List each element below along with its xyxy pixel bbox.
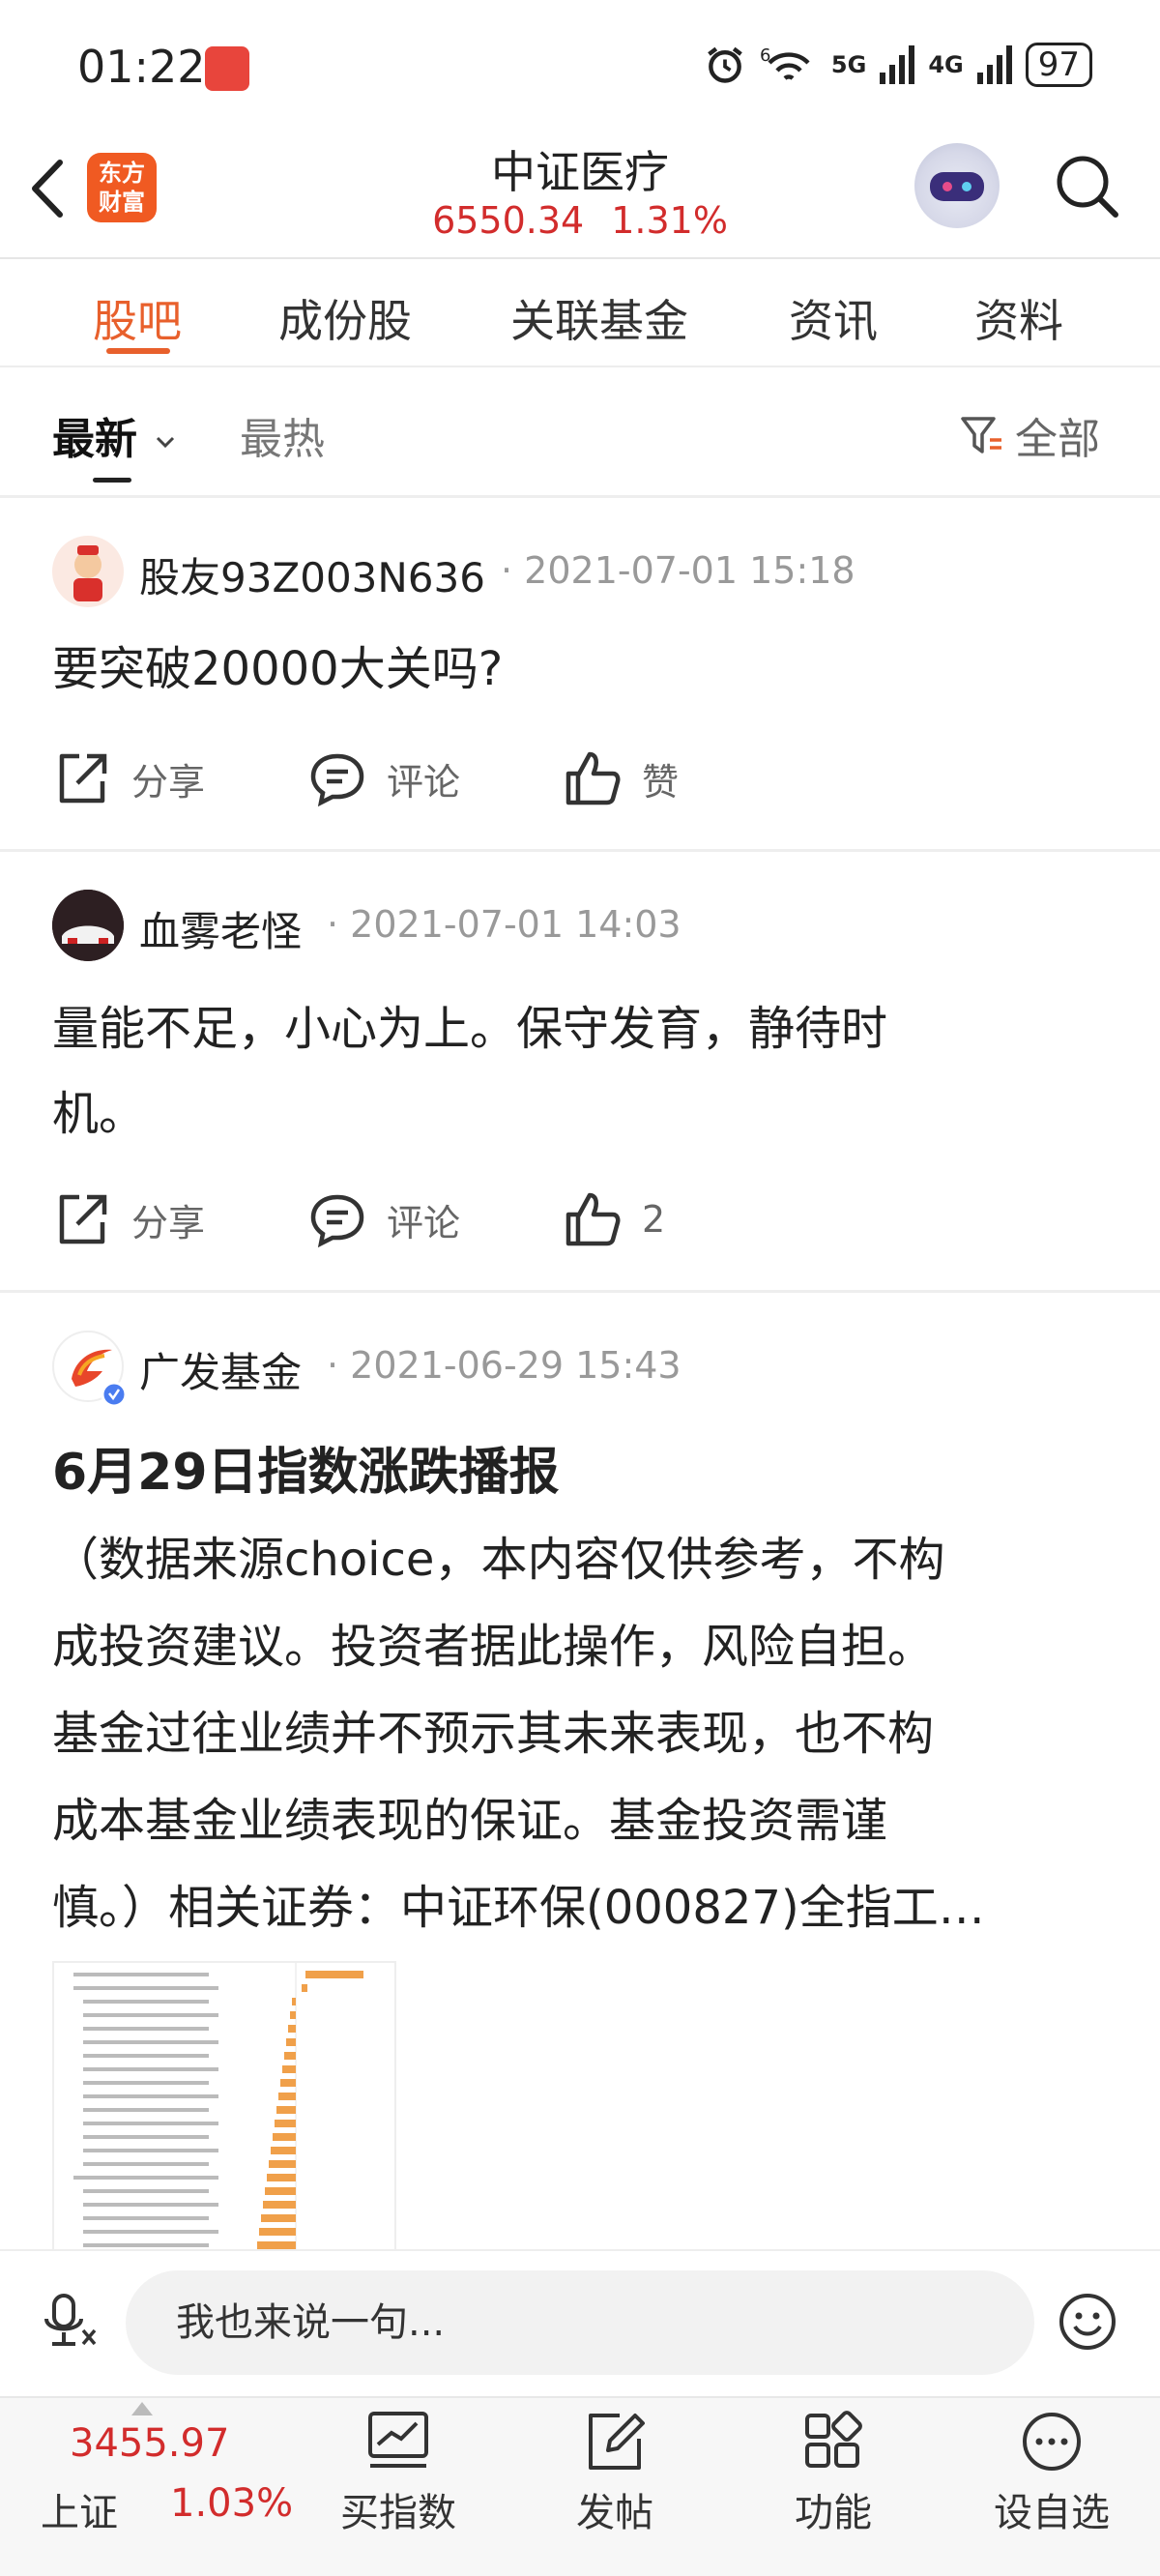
like-button[interactable]: 赞 [563,748,679,808]
share-label: 分享 [131,760,206,804]
verified-badge-icon [101,1381,128,1408]
post-body-line: 基金过往业绩并不预示其未来表现，也不构 [52,1707,935,1761]
signal-5g-label: 5G [830,51,867,78]
wifi-icon: 6 [760,45,810,80]
sort-latest-label: 最新 [52,415,137,464]
active-tab-indicator [106,348,170,354]
tab-guba[interactable]: 股吧 [93,286,182,350]
trend-chart-icon [368,2412,428,2468]
post-button[interactable]: 发帖 [537,2408,692,2537]
comment-label: 评论 [387,1201,461,1244]
grid-icon [805,2411,862,2468]
post-username[interactable]: 广发基金 [139,1340,302,1399]
svg-text:6: 6 [760,45,770,66]
post-body-line: 成投资建议。投资者据此操作，风险自担。 [52,1620,935,1674]
avatar[interactable] [52,890,124,961]
tab-profile[interactable]: 资料 [974,286,1063,350]
post-text[interactable]: 要突破20000大关吗? [52,629,1116,710]
emoji-icon[interactable] [1058,2292,1117,2352]
like-button[interactable]: 2 [563,1189,665,1249]
battery-indicator: 97 [1025,43,1092,87]
search-icon[interactable] [1052,151,1121,220]
filter-label: 全部 [1015,415,1100,464]
avatar[interactable] [52,536,124,607]
robot-face [930,172,984,201]
comment-label: 评论 [387,760,461,804]
add-watchlist-button[interactable]: 设自选 [974,2408,1129,2537]
chevron-down-icon [157,436,175,449]
buy-index-button[interactable]: 买指数 [321,2408,476,2537]
voice-input-icon[interactable] [41,2292,99,2350]
post-time: · 2021-07-01 15:18 [501,549,856,592]
share-button[interactable]: 分享 [52,1189,205,1249]
post-username[interactable]: 股友93Z003N636 [139,545,485,604]
post-username[interactable]: 血雾老怪 [139,899,302,958]
post-text-line: 机。 [52,1087,146,1141]
up-arrow-icon [131,2402,153,2415]
signal-bars-icon [976,45,1012,84]
signal-bars-icon [880,45,915,84]
market-index-price[interactable]: 3455.97 [70,2421,229,2466]
sort-active-indicator [93,478,131,483]
sort-hot[interactable]: 最热 [240,404,325,466]
post-time-value: 2021-07-01 15:18 [524,549,856,592]
post-body-line: （数据来源choice，本内容仅供参考，不构 [52,1533,945,1587]
tab-constituents[interactable]: 成份股 [278,286,412,350]
post-text-line: 量能不足，小心为上。保守发育，静待时 [52,1002,888,1056]
index-change: 1.31% [611,199,728,242]
index-change-chart-image [73,1963,363,2249]
edit-icon [589,2414,645,2470]
post-text[interactable]: 量能不足，小心为上。保守发育，静待时 机。 [52,986,1116,1156]
post-label: 发帖 [576,2491,653,2535]
status-time: 01:22 [77,41,206,93]
post-time: · 2021-06-29 15:43 [327,1344,682,1387]
post-time-value: 2021-06-29 15:43 [350,1344,682,1387]
thumbs-up-icon [566,1192,621,1246]
tab-related-funds[interactable]: 关联基金 [510,286,688,350]
app-notification-icon [205,46,249,91]
post-divider [0,1290,1160,1293]
comment-button[interactable]: 评论 [307,1189,460,1249]
section-divider [0,495,1160,498]
share-icon [59,753,107,804]
comment-icon [310,1194,364,1248]
post-body-line: 慎。）相关证券：中证环保(000827)全指工… [52,1881,985,1935]
market-index-change[interactable]: 1.03% [170,2481,293,2526]
header-divider [0,257,1160,259]
share-button[interactable]: 分享 [52,748,205,808]
post-image-thumbnail[interactable] [52,1961,396,2251]
more-circle-icon [1023,2413,1081,2471]
filter-icon [961,417,1001,454]
post-title[interactable]: 6月29日指数涨跌播报 [52,1431,560,1504]
market-index-name[interactable]: 上证 [41,2481,118,2537]
share-icon [59,1194,107,1244]
post-body-line: 成本基金业绩表现的保证。基金投资需谨 [52,1794,888,1848]
buy-index-label: 买指数 [340,2491,456,2535]
alarm-icon [708,46,742,83]
like-label: 赞 [642,760,680,804]
functions-button[interactable]: 功能 [756,2408,911,2537]
add-watchlist-label: 设自选 [994,2491,1110,2535]
functions-label: 功能 [795,2491,872,2535]
comment-input[interactable]: 我也来说一句... [126,2270,1034,2375]
comment-icon [310,753,364,807]
post-body[interactable]: （数据来源choice，本内容仅供参考，不构 成投资建议。投资者据此操作，风险自… [52,1516,1116,1951]
sort-latest[interactable]: 最新 [52,404,179,466]
index-value: 6550.34 [432,199,585,242]
thumbs-up-icon [566,751,621,805]
comment-button[interactable]: 评论 [307,748,460,808]
post-divider [0,849,1160,852]
share-label: 分享 [131,1201,206,1244]
post-time: · 2021-07-01 14:03 [327,903,682,946]
status-indicators: 6 5G 4G 97 [704,43,1092,87]
like-count: 2 [642,1198,666,1241]
tab-news[interactable]: 资讯 [789,286,878,350]
filter-button[interactable]: 全部 [957,404,1100,466]
signal-4g-label: 4G [928,51,964,78]
tabs-divider [0,366,1160,367]
post-time-value: 2021-07-01 14:03 [350,903,682,946]
